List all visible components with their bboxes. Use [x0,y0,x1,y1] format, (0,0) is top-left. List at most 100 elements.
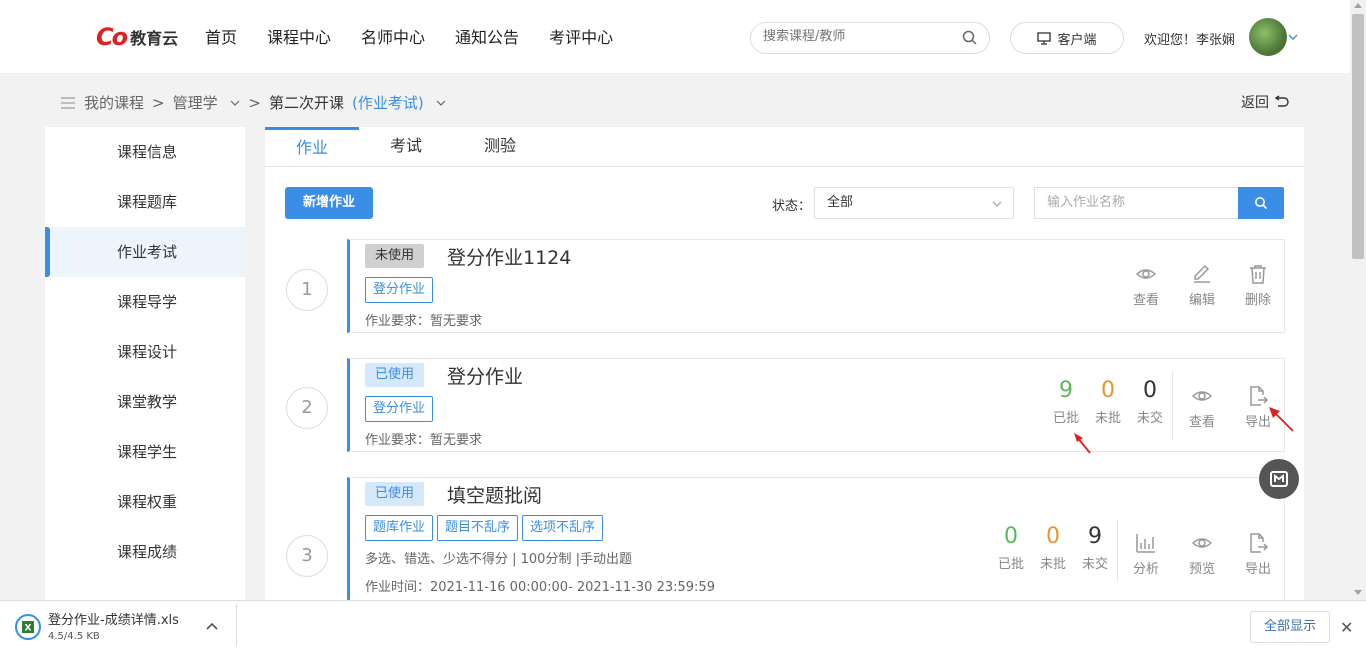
breadcrumb-current-label: 第二次开课 [268,94,344,112]
stat-unapproved-count: 0 [1101,378,1115,403]
logo-mark: Co [96,23,128,51]
sidebar-item-course-students[interactable]: 课程学生 [45,427,245,477]
back-button[interactable]: 返回 [1241,92,1289,112]
breadcrumb: 我的课程 > 管理学 > 第二次开课 (作业考试) [60,92,454,113]
stat-unapproved[interactable]: 0 未批 [1087,377,1129,426]
preview-button[interactable]: 预览 [1174,532,1230,577]
breadcrumb-course[interactable]: 管理学 [173,92,241,113]
action-group: 分析 预览 导出 [1118,532,1286,577]
delete-button[interactable]: 删除 [1230,263,1286,308]
nav-teachers[interactable]: 名师中心 [361,27,425,49]
search-icon[interactable] [961,29,979,47]
avatar[interactable] [1249,18,1287,56]
item-number: 2 [286,387,328,429]
sidebar-item-homework-exam[interactable]: 作业考试 [45,227,245,277]
info-text: 多选、错选、少选不得分 | 100分制 |手动出题 [365,552,632,567]
assignment-card: 已使用 登分作业 登分作业 作业要求：暂无要求 9 已批 0 未批 0 未交 查看 导… [347,358,1285,452]
scroll-thumb[interactable] [1352,14,1364,259]
tab-quiz[interactable]: 测验 [453,127,547,166]
client-label: 客户端 [1057,32,1097,48]
sidebar-item-classroom-teaching[interactable]: 课堂教学 [45,377,245,427]
sidebar-item-course-info[interactable]: 课程信息 [45,127,245,177]
scroll-down-icon[interactable] [1354,590,1362,595]
edit-button[interactable]: 编辑 [1174,263,1230,308]
chevron-down-icon [992,201,1002,207]
sidebar-item-question-bank[interactable]: 课程题库 [45,177,245,227]
analysis-button[interactable]: 分析 [1118,532,1174,577]
nav-home[interactable]: 首页 [205,27,237,49]
sidebar-item-course-weights[interactable]: 课程权重 [45,477,245,527]
stats-group: 9 已批 0 未批 0 未交 [1045,377,1171,426]
stat-approved[interactable]: 0 已批 [990,523,1032,572]
assignment-title[interactable]: 填空题批阅 [447,481,542,508]
delete-label: 删除 [1244,293,1271,308]
monitor-icon [1037,31,1052,45]
excel-file-icon[interactable]: X [15,614,41,640]
stat-unsubmitted[interactable]: 9 未交 [1074,523,1116,572]
tab-homework[interactable]: 作业 [265,127,359,166]
stat-approved-label: 已批 [997,557,1024,572]
download-file-size: 4.5/4.5 KB [48,631,100,642]
assignment-card: 未使用 登分作业1124 登分作业 作业要求：暂无要求 查看 编辑 删除 [347,239,1285,333]
stat-approved-count: 0 [1004,524,1018,549]
eye-icon [1135,269,1157,279]
header-search-input[interactable] [763,29,953,44]
stat-approved-count: 9 [1059,378,1073,403]
item-number: 1 [286,269,328,311]
tag: 登分作业 [365,396,434,422]
menu-icon[interactable] [60,96,76,110]
preview-label: 预览 [1188,562,1215,577]
back-label: 返回 [1241,95,1269,111]
divider [236,604,237,646]
close-icon[interactable]: ✕ [1340,618,1353,637]
requirement-text: 作业要求：暂无要求 [365,433,483,448]
stat-unapproved-count: 0 [1046,524,1060,549]
tab-bar: 作业 考试 测验 [265,127,1304,167]
chevron-down-icon [437,100,446,106]
stat-approved-label: 已批 [1052,411,1079,426]
status-select-value: 全部 [827,195,854,210]
status-select[interactable]: 全部 [814,187,1014,219]
status-badge: 未使用 [365,244,425,268]
view-label: 查看 [1188,415,1215,430]
client-button[interactable]: 客户端 [1010,22,1124,54]
sidebar-item-course-grades[interactable]: 课程成绩 [45,527,245,577]
view-button[interactable]: 查看 [1118,263,1174,308]
tab-exam[interactable]: 考试 [359,127,453,166]
scroll-up-icon[interactable] [1354,3,1362,8]
nav-courses[interactable]: 课程中心 [267,27,331,49]
header-search [750,22,990,54]
sidebar-item-course-design[interactable]: 课程设计 [45,327,245,377]
show-all-button[interactable]: 全部显示 [1250,611,1330,643]
export-icon [1250,386,1269,406]
homework-search-button[interactable] [1238,187,1284,219]
divider [1172,371,1173,439]
analysis-label: 分析 [1132,562,1159,577]
breadcrumb-my-courses[interactable]: 我的课程 [84,92,144,113]
page-scrollbar[interactable] [1350,0,1366,600]
tag: 题库作业 [365,515,434,541]
floating-help-button[interactable] [1259,459,1299,499]
download-file-name[interactable]: 登分作业-成绩详情.xls [48,609,179,628]
export-button[interactable]: 导出 [1230,532,1286,577]
stat-unapproved[interactable]: 0 未批 [1032,523,1074,572]
breadcrumb-current[interactable]: 第二次开课 (作业考试) [269,92,447,113]
status-label: 状态： [772,199,812,214]
view-button[interactable]: 查看 [1174,385,1230,430]
search-icon [1255,197,1268,210]
nav-notices[interactable]: 通知公告 [455,27,519,49]
stat-approved[interactable]: 9 已批 [1045,377,1087,426]
add-homework-button[interactable]: 新增作业 [285,187,373,219]
top-header: Co 教育云 首页 课程中心 名师中心 通知公告 考评中心 客户端 欢迎您！李张… [0,0,1350,73]
chevron-up-icon[interactable] [205,620,219,634]
nav-evaluation[interactable]: 考评中心 [549,27,613,49]
stat-unsubmitted[interactable]: 0 未交 [1129,377,1171,426]
chevron-down-icon[interactable] [1287,31,1299,43]
sidebar-item-course-guide[interactable]: 课程导学 [45,277,245,327]
assignment-title[interactable]: 登分作业 [447,362,523,389]
homework-name-input[interactable]: 输入作业名称 [1034,187,1239,219]
eye-icon [1191,391,1213,401]
site-logo[interactable]: Co 教育云 [96,22,178,52]
stat-unsubmitted-label: 未交 [1081,557,1108,572]
assignment-title[interactable]: 登分作业1124 [447,243,571,270]
